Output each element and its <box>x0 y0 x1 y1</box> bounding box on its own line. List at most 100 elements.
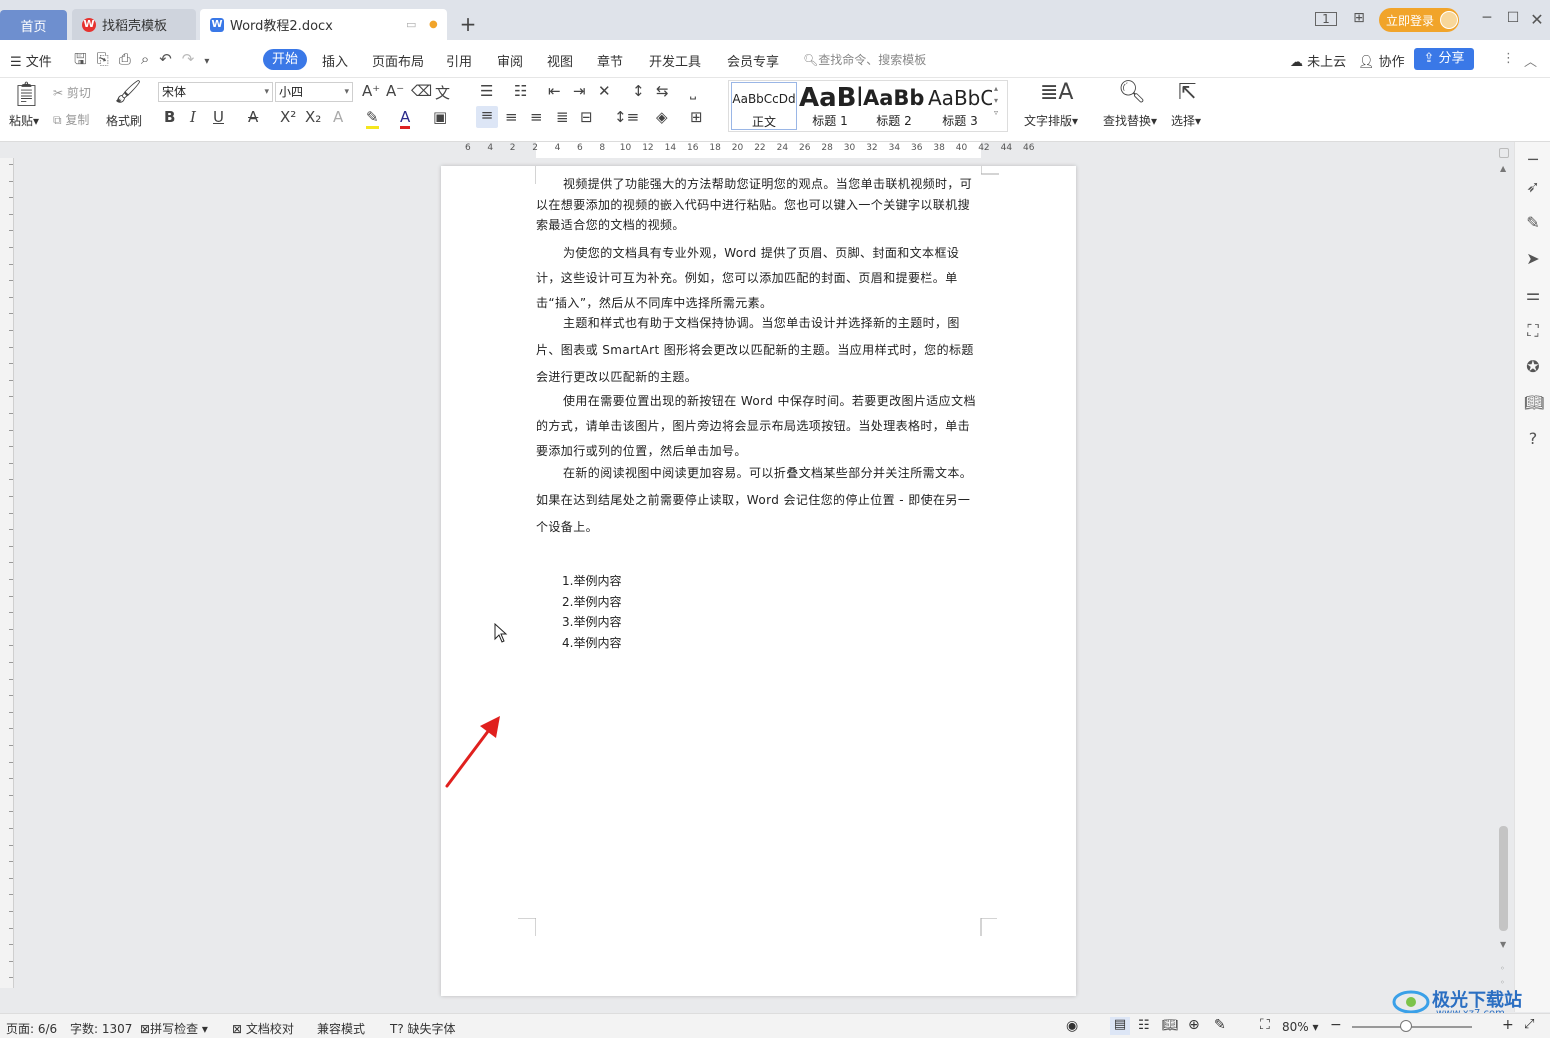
bullet-list-icon[interactable]: ☰ <box>480 82 493 100</box>
tab-document[interactable]: W Word教程2.docx ▭ ● <box>200 9 447 40</box>
zoom-slider-handle[interactable] <box>1400 1020 1412 1032</box>
pointer-icon[interactable]: ➤ <box>1524 249 1542 268</box>
select-button[interactable]: 选择▾ <box>1171 112 1201 129</box>
save-icon[interactable]: 🖫 <box>74 50 97 68</box>
tab-member[interactable]: 会员专享 <box>727 51 779 70</box>
font-size-select[interactable]: 小四 ▾ <box>275 82 353 102</box>
page-view-icon[interactable]: ▤ <box>1110 1017 1130 1035</box>
tab-template[interactable]: W 找稻壳模板 <box>72 9 196 40</box>
proofread-button[interactable]: ⊠ 文档校对 <box>232 1020 294 1037</box>
zoom-slider[interactable] <box>1352 1026 1472 1028</box>
cut-button[interactable]: ✂ 剪切 <box>53 84 91 101</box>
format-painter-icon[interactable]: 🖌︎ <box>114 80 142 105</box>
tab-view[interactable]: 视图 <box>547 51 573 70</box>
page-count[interactable]: 页面: 6/6 <box>6 1020 57 1037</box>
minimize-icon[interactable]: ─ <box>1477 10 1497 26</box>
file-menu[interactable]: ☰ 文件 <box>10 51 52 70</box>
font-name-select[interactable]: 宋体 ▾ <box>158 82 273 102</box>
close-icon[interactable]: ✕ <box>1527 10 1547 29</box>
document-page[interactable]: 视频提供了功能强大的方法帮助您证明您的观点。当您单击联机视频时，可以在想要添加的… <box>441 166 1076 996</box>
login-button[interactable]: 立即登录 <box>1379 8 1459 32</box>
paste-icon[interactable]: 📋︎ <box>11 80 41 108</box>
quick-access-toolbar[interactable]: 🖫⎘⎙⌕↶↷▾ <box>74 49 219 74</box>
collaborate-button[interactable]: 👤︎ 协作 <box>1358 51 1405 70</box>
image-tools-icon[interactable]: ⛶ <box>1524 321 1542 341</box>
align-left-icon[interactable]: ≡ <box>476 106 498 128</box>
layout-icon[interactable]: 1 <box>1315 12 1337 26</box>
style-heading-1[interactable]: AaBl 标题 1 <box>799 82 861 130</box>
body-paragraph[interactable]: 在新的阅读视图中阅读更加容易。可以折叠文档某些部分并关注所需文本。如果在达到结尾… <box>536 460 981 541</box>
find-replace-button[interactable]: 查找替换▾ <box>1103 112 1157 129</box>
list-item[interactable]: 3.举例内容 <box>562 613 621 630</box>
tab-home[interactable]: 首页 <box>0 10 67 40</box>
highlight-icon[interactable]: ✎ <box>366 108 379 129</box>
panel-minus-icon[interactable]: ─ <box>1524 150 1542 169</box>
read-view-icon[interactable]: 📖︎ <box>1162 1018 1179 1033</box>
web-view-icon[interactable]: ⊕ <box>1188 1017 1200 1033</box>
superscript-icon[interactable]: X² <box>280 108 296 126</box>
compass-icon[interactable]: ✪ <box>1524 357 1542 376</box>
phonetic-guide-icon[interactable]: 文 <box>435 82 450 103</box>
shrink-font-icon[interactable]: A⁻ <box>386 82 404 100</box>
spellcheck-button[interactable]: ⊠拼写检查 ▾ <box>140 1020 208 1037</box>
copy-button[interactable]: ⧉ 复制 <box>53 111 89 128</box>
align-right-icon[interactable]: ≡ <box>530 108 543 126</box>
zoom-level[interactable]: 80% ▾ <box>1282 1020 1319 1034</box>
fit-page-icon[interactable]: ⛶ <box>1260 1017 1270 1033</box>
maximize-icon[interactable]: ☐ <box>1503 10 1523 26</box>
zoom-in-icon[interactable]: + <box>1502 1017 1514 1033</box>
subscript-icon[interactable]: X₂ <box>305 108 321 126</box>
text-layout-button[interactable]: 文字排版▾ <box>1024 112 1078 129</box>
redo-icon[interactable]: ↷ <box>182 50 205 68</box>
cloud-status[interactable]: ☁ 未上云 <box>1290 51 1346 70</box>
style-normal[interactable]: AaBbCcDd 正文 <box>731 82 797 130</box>
borders-icon[interactable]: ⊞ <box>690 108 703 126</box>
body-paragraph[interactable]: 视频提供了功能强大的方法帮助您证明您的观点。当您单击联机视频时，可以在想要添加的… <box>536 174 981 236</box>
tab-stops-icon[interactable]: ⎵ <box>690 82 696 100</box>
tab-start[interactable]: 开始 <box>263 49 307 70</box>
style-heading-3[interactable]: AaBbC 标题 3 <box>928 82 992 130</box>
justify-icon[interactable]: ≣ <box>556 108 569 126</box>
clear-format-icon[interactable]: ⌫ <box>411 82 432 100</box>
share-button[interactable]: ⇪ 分享 <box>1414 48 1474 70</box>
align-center-icon[interactable]: ≡ <box>505 108 518 126</box>
numbered-list-icon[interactable]: ☷ <box>514 82 527 100</box>
eye-protect-icon[interactable]: ◉ <box>1066 1018 1078 1034</box>
format-painter-button[interactable]: 格式刷 <box>106 112 142 129</box>
customize-chevron-icon[interactable]: ▾ <box>204 56 219 67</box>
cursor-select-icon[interactable]: ⇱ <box>1178 80 1196 105</box>
tab-references[interactable]: 引用 <box>446 51 472 70</box>
print-preview-icon[interactable]: ⌕ <box>141 50 159 68</box>
styles-scroll-icon[interactable]: ▴ ▾ ▿ <box>994 83 998 119</box>
font-color-icon[interactable]: A <box>400 108 411 129</box>
chinese-layout-icon[interactable]: ✕ <box>598 82 611 100</box>
scroll-top-button[interactable] <box>1499 148 1509 158</box>
undo-icon[interactable]: ↶ <box>159 50 182 68</box>
tab-page-layout[interactable]: 页面布局 <box>372 51 424 70</box>
sliders-icon[interactable]: ⚌ <box>1524 285 1542 304</box>
text-effect-icon[interactable]: A <box>333 108 343 126</box>
prev-page-icon[interactable]: ◦ <box>1500 964 1505 973</box>
write-view-icon[interactable]: ✎ <box>1214 1017 1226 1033</box>
grow-font-icon[interactable]: A⁺ <box>362 82 380 100</box>
bold-icon[interactable]: B <box>164 108 175 126</box>
scroll-thumb[interactable] <box>1499 826 1508 931</box>
body-paragraph[interactable]: 主题和样式也有助于文档保持协调。当您单击设计并选择新的主题时，图片、图表或 Sm… <box>536 310 981 391</box>
export-pdf-icon[interactable]: ⎘ <box>97 50 119 68</box>
missing-font-button[interactable]: T? 缺失字体 <box>390 1020 456 1037</box>
tab-chapter[interactable]: 章节 <box>597 51 623 70</box>
monitor-icon[interactable]: ▭ <box>406 18 416 31</box>
strikethrough-icon[interactable]: A <box>248 108 258 126</box>
shading-icon[interactable]: ◈ <box>656 108 668 126</box>
line-spacing-icon[interactable]: ↕≡ <box>614 108 639 126</box>
sort-icon[interactable]: ↕ <box>632 82 645 100</box>
text-layout-icon[interactable]: ≣A <box>1040 80 1073 105</box>
rocket-icon[interactable]: ➶ <box>1524 177 1542 196</box>
pen-icon[interactable]: ✎ <box>1524 213 1542 232</box>
new-tab-button[interactable]: + <box>456 12 480 36</box>
italic-icon[interactable]: I <box>190 108 196 126</box>
paste-button[interactable]: 粘贴▾ <box>9 112 39 129</box>
apps-grid-icon[interactable]: ⊞ <box>1349 10 1369 26</box>
command-search[interactable]: 🔍︎查找命令、搜索模板 <box>803 51 926 68</box>
body-paragraph[interactable]: 为使您的文档具有专业外观，Word 提供了页眉、页脚、封面和文本框设计，这些设计… <box>536 241 981 316</box>
